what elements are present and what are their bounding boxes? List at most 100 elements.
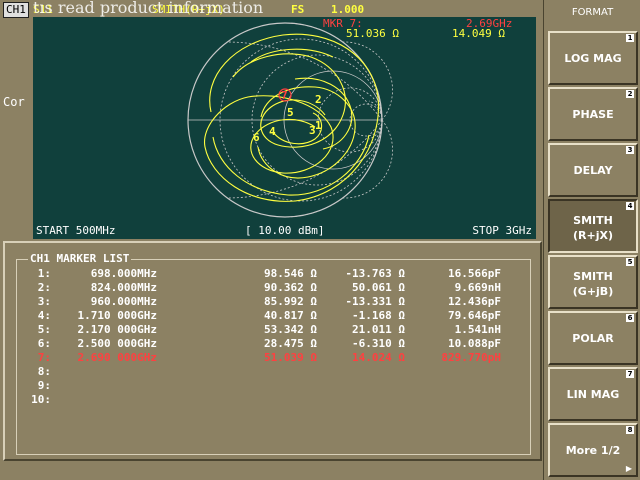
reactance-arc-pos-0-5 xyxy=(226,41,383,121)
marker-resistance: 28.475 Ω xyxy=(264,337,317,350)
full-scale-value: 1.000 xyxy=(331,3,365,16)
marker-reactance: -1.168 Ω xyxy=(352,309,405,322)
marker-number: 5: xyxy=(37,323,51,336)
softkey-label: PHASE xyxy=(550,107,636,122)
softkey-label-line1: PHASE xyxy=(572,108,614,121)
softkey-label-line2: (G+jB) xyxy=(572,285,614,298)
marker-frequency: 2.500 000GHz xyxy=(77,337,157,350)
marker-resistance: 53.342 Ω xyxy=(264,323,317,336)
smith-chart: 1 2 3 4 5 6 7 xyxy=(187,22,393,218)
marker-number: 10: xyxy=(31,393,51,406)
marker-list-panel: CH1 MARKER LIST 1: 698.000MHz 98.546 Ω -13.… xyxy=(3,241,542,461)
channel-display: CH1 S11 SMITH(R+jX) tıs read product inf… xyxy=(0,0,543,239)
marker-row-6[interactable]: 6: 2.500 000GHz 28.475 Ω -6.310 Ω 10.088pF xyxy=(5,337,540,351)
correction-indicator: Cor xyxy=(3,95,25,109)
softkey-number: 5 xyxy=(626,258,634,266)
softkey-label: LOG MAG xyxy=(550,51,636,66)
marker-equivalent: 1.541nH xyxy=(454,323,501,336)
softkey-label-line1: SMITH xyxy=(573,214,613,227)
power-level[interactable]: [ 10.00 dBm] xyxy=(245,224,324,237)
marker-resistance: 98.546 Ω xyxy=(264,267,317,280)
marker-number: 6: xyxy=(37,337,51,350)
marker-equivalent: 829.770pH xyxy=(441,351,501,364)
marker-frequency: 2.170 000GHz xyxy=(77,323,157,336)
marker-resistance: 85.992 Ω xyxy=(264,295,317,308)
status-strip xyxy=(0,462,543,480)
marker-row-2[interactable]: 2: 824.000MHz 90.362 Ω 50.061 Ω 9.669nH xyxy=(5,281,540,295)
marker-resistance: 51.039 Ω xyxy=(264,351,317,364)
marker-number: 8: xyxy=(37,365,51,378)
marker-row-1[interactable]: 1: 698.000MHz 98.546 Ω -13.763 Ω 16.566pF xyxy=(5,267,540,281)
softkey-label: SMITH (G+jB) xyxy=(550,269,636,299)
marker-equivalent: 9.669nH xyxy=(454,281,501,294)
marker-number: 3: xyxy=(37,295,51,308)
plot-footer: START 500MHz [ 10.00 dBm] STOP 3GHz xyxy=(33,223,536,239)
start-frequency[interactable]: START 500MHz xyxy=(36,224,115,237)
marker-equivalent: 79.646pF xyxy=(448,309,501,322)
softkey-more-1-2[interactable]: More 1/2 8 ▶ xyxy=(548,423,638,477)
softkey-number: 6 xyxy=(626,314,634,322)
channel-tag[interactable]: CH1 xyxy=(3,2,29,18)
softkey-panel: FORMAT LOG MAG 1 PHASE 2 DELAY 3 SMITH (R+jX) 4 S… xyxy=(543,0,640,480)
softkey-label-line1: More 1/2 xyxy=(565,444,621,457)
full-scale-label: FS xyxy=(291,3,305,16)
reactance-arc-neg-1 xyxy=(284,119,383,218)
softkey-number: 2 xyxy=(626,90,634,98)
marker-row-5[interactable]: 5: 2.170 000GHz 53.342 Ω 21.011 Ω 1.541nH xyxy=(5,323,540,337)
softkey-label: More 1/2 xyxy=(550,443,636,458)
marker-resistance: 90.362 Ω xyxy=(264,281,317,294)
marker-reactance: 21.011 Ω xyxy=(352,323,405,336)
marker-frequency: 824.000MHz xyxy=(90,281,157,294)
active-marker-resistance: 51.036 Ω xyxy=(346,27,399,40)
softkey-number: 8 xyxy=(626,426,634,434)
marker-equivalent: 10.088pF xyxy=(448,337,501,350)
reactance-arc-neg-2 xyxy=(342,119,393,199)
smith-grid xyxy=(187,22,393,218)
marker-row-3[interactable]: 3: 960.000MHz 85.992 Ω -13.331 Ω 12.436pF xyxy=(5,295,540,309)
marker-equivalent: 12.436pF xyxy=(448,295,501,308)
marker-reactance: -6.310 Ω xyxy=(352,337,405,350)
softkey-label-line1: POLAR xyxy=(572,332,614,345)
smith-chart-plot[interactable]: 1 2 3 4 5 6 7 MKR 7: 2.69GHz 51.036 Ω 14… xyxy=(33,17,536,223)
smith-marker-3[interactable]: 3 xyxy=(309,124,316,137)
smith-marker-4[interactable]: 4 xyxy=(269,125,276,138)
stop-frequency[interactable]: STOP 3GHz xyxy=(472,224,532,237)
marker-row-7[interactable]: 7: 2.690 000GHz 51.039 Ω 14.024 Ω 829.770pH xyxy=(5,351,540,365)
more-arrow-icon: ▶ xyxy=(625,464,632,473)
smith-marker-2[interactable]: 2 xyxy=(315,93,322,106)
softkey-label: SMITH (R+jX) xyxy=(550,213,636,243)
marker-number: 4: xyxy=(37,309,51,322)
softkey-label-line1: LIN MAG xyxy=(566,388,620,401)
marker-row-4[interactable]: 4: 1.710 000GHz 40.817 Ω -1.168 Ω 79.646pF xyxy=(5,309,540,323)
marker-reactance: -13.331 Ω xyxy=(345,295,405,308)
softkey-lin-mag[interactable]: LIN MAG 7 xyxy=(548,367,638,421)
marker-number: 2: xyxy=(37,281,51,294)
softkey-number: 7 xyxy=(626,370,634,378)
marker-reactance: 50.061 Ω xyxy=(352,281,405,294)
marker-number: 9: xyxy=(37,379,51,392)
marker-row-9[interactable]: 9: xyxy=(5,379,540,393)
softkey-smith-r-jx[interactable]: SMITH (R+jX) 4 xyxy=(548,199,638,253)
softkey-label: DELAY xyxy=(550,163,636,178)
softkey-phase[interactable]: PHASE 2 xyxy=(548,87,638,141)
softkey-label: LIN MAG xyxy=(550,387,636,402)
marker-row-10[interactable]: 10: xyxy=(5,393,540,407)
marker-frequency: 1.710 000GHz xyxy=(77,309,157,322)
marker-frequency: 2.690 000GHz xyxy=(77,351,157,364)
smith-marker-5[interactable]: 5 xyxy=(287,106,294,119)
marker-number: 7: xyxy=(37,351,51,364)
softkey-number: 1 xyxy=(626,34,634,42)
softkey-number: 4 xyxy=(626,202,634,210)
marker-number: 1: xyxy=(37,267,51,280)
softkey-label-line1: LOG MAG xyxy=(564,52,622,65)
menu-title: FORMAT xyxy=(571,7,614,18)
marker-row-8[interactable]: 8: xyxy=(5,365,540,379)
smith-marker-6[interactable]: 6 xyxy=(253,131,260,144)
softkey-smith-g-jb[interactable]: SMITH (G+jB) 5 xyxy=(548,255,638,309)
smith-marker-1[interactable]: 1 xyxy=(315,119,322,132)
marker-reactance: -13.763 Ω xyxy=(345,267,405,280)
softkey-log-mag[interactable]: LOG MAG 1 xyxy=(548,31,638,85)
softkey-delay[interactable]: DELAY 3 xyxy=(548,143,638,197)
softkey-label-line2: (R+jX) xyxy=(573,229,613,242)
softkey-polar[interactable]: POLAR 6 xyxy=(548,311,638,365)
